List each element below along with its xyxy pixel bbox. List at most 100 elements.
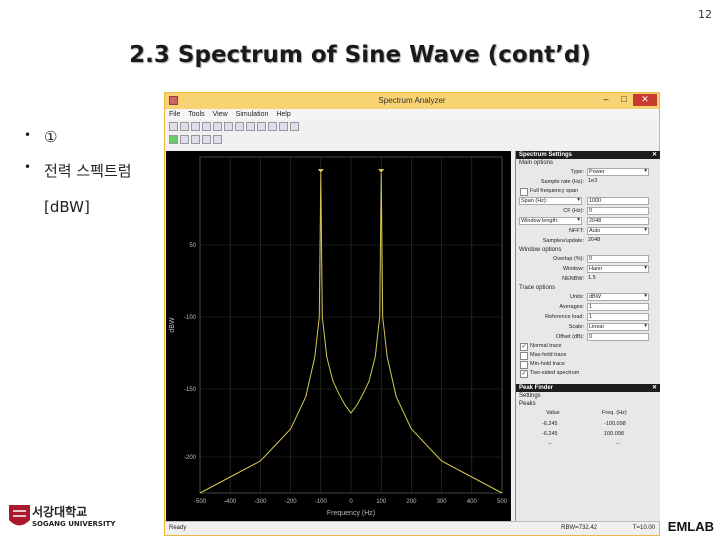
span-field[interactable]: 1000	[587, 197, 649, 205]
window-length-field[interactable]: 2048	[587, 217, 649, 225]
menu-view[interactable]: View	[213, 111, 228, 118]
peak-value: -6.245	[542, 421, 558, 427]
maximize-icon[interactable]: □	[617, 94, 631, 106]
peak-freq: -100.098	[604, 421, 626, 427]
nfft-select[interactable]: Auto	[587, 227, 649, 235]
zoom-x-icon[interactable]	[213, 122, 222, 131]
peak-close-icon[interactable]: ✕	[652, 384, 657, 392]
print-icon[interactable]	[180, 122, 189, 131]
normal-trace-checkbox[interactable]: Normal trace	[516, 342, 660, 351]
freq-column-header[interactable]: Freq. (Hz)	[602, 410, 627, 416]
max-hold-checkbox[interactable]: Max-hold trace	[516, 351, 660, 360]
settings-icon[interactable]	[169, 122, 178, 131]
samples-row: Samples/update: 2048	[516, 236, 660, 246]
autoscale-icon[interactable]	[246, 122, 255, 131]
peak-freq: --	[616, 441, 620, 447]
x-tick-label: -100	[315, 499, 328, 505]
channel-icon[interactable]	[279, 122, 288, 131]
offset-field[interactable]: 0	[587, 333, 649, 341]
span-mode-select[interactable]: Span (Hz):	[519, 197, 582, 205]
pan-icon[interactable]	[235, 122, 244, 131]
minimize-icon[interactable]: –	[599, 94, 613, 106]
nenbw-value: 1.5	[588, 275, 596, 281]
two-sided-checkbox[interactable]: Two-sided spectrum	[516, 369, 660, 378]
ref-load-field[interactable]: 1	[587, 313, 649, 321]
panel-close-icon[interactable]: ✕	[652, 151, 657, 159]
x-tick-label: -400	[224, 499, 237, 505]
stop-icon[interactable]	[191, 135, 200, 144]
spectrum-plot[interactable]: -500 -400 -300 -200 -100 0 100 200 300 400 500 50 -1…	[166, 151, 511, 521]
x-tick-label: 100	[376, 499, 387, 505]
page-number: 12	[698, 8, 712, 21]
x-tick-label: 500	[497, 499, 508, 505]
cf-field[interactable]: 0	[587, 207, 649, 215]
window-options-section[interactable]: Window options	[516, 246, 660, 254]
span-row: Span (Hz): 1000	[516, 196, 660, 206]
min-hold-checkbox[interactable]: Min-hold trace	[516, 360, 660, 369]
logo-en: SOGANG UNIVERSITY	[32, 520, 116, 528]
window-length-row: Window length: 2048	[516, 216, 660, 226]
sample-rate-field[interactable]: 1e3	[587, 178, 649, 186]
bullet-item: ①	[22, 128, 132, 160]
toolbar-1	[165, 120, 659, 133]
menu-simulation[interactable]: Simulation	[236, 111, 269, 118]
title-bar[interactable]: Spectrum Analyzer – □ ✕	[165, 93, 659, 109]
averages-field[interactable]: 1	[587, 303, 649, 311]
step-icon[interactable]	[180, 135, 189, 144]
peak-icon[interactable]	[268, 122, 277, 131]
overlap-field[interactable]: 0	[587, 255, 649, 263]
units-select[interactable]: dBW	[587, 293, 649, 301]
main-options-section[interactable]: Main options	[516, 159, 660, 167]
x-tick-label: 300	[437, 499, 448, 505]
units-row: Units: dBW	[516, 292, 660, 302]
university-logo: 서강대학교 SOGANG UNIVERSITY	[6, 502, 116, 532]
menu-file[interactable]: File	[169, 111, 180, 118]
status-text: Ready	[169, 525, 187, 531]
full-span-checkbox[interactable]: Full frequency span	[516, 187, 660, 196]
highlight-icon[interactable]	[202, 135, 211, 144]
window-row: Window: Hann	[516, 264, 660, 274]
window-select[interactable]: Hann	[587, 265, 649, 273]
nenbw-row: NENBW: 1.5	[516, 274, 660, 284]
samples-value: 2048	[588, 237, 601, 243]
zoom-y-icon[interactable]	[224, 122, 233, 131]
overlap-row: Overlap (%): 0	[516, 254, 660, 264]
bullet-item: 전력 스펙트럼	[22, 160, 132, 192]
y-tick-label: -150	[184, 387, 197, 393]
menu-help[interactable]: Help	[276, 111, 290, 118]
status-bar: Ready RBW=732.42 T=10.00	[165, 521, 659, 535]
sample-rate-row: Sample rate (Hz): 1e3	[516, 177, 660, 187]
window-length-select[interactable]: Window length:	[519, 217, 582, 225]
link-icon[interactable]	[213, 135, 222, 144]
window-title: Spectrum Analyzer	[378, 96, 446, 105]
averages-row: Averages: 1	[516, 302, 660, 312]
close-icon[interactable]: ✕	[633, 94, 657, 106]
unit-note: [dBW]	[44, 198, 90, 216]
logo-kr: 서강대학교	[32, 505, 88, 519]
zoom-in-icon[interactable]	[191, 122, 200, 131]
y-axis-label: dBW	[169, 317, 176, 333]
peaks-table: Value Freq. (Hz) -6.245 -100.098 -6.245 …	[516, 408, 660, 468]
type-select[interactable]: Power	[587, 168, 649, 176]
peak-value: -6.245	[542, 431, 558, 437]
peaks-section[interactable]: Peaks	[516, 400, 660, 408]
run-icon[interactable]	[169, 135, 178, 144]
ref-load-row: Reference load: 1	[516, 312, 660, 322]
x-axis-label: Frequency (Hz)	[327, 510, 375, 517]
peak-value: --	[548, 441, 552, 447]
stats-icon[interactable]	[290, 122, 299, 131]
menu-tools[interactable]: Tools	[188, 111, 204, 118]
value-column-header[interactable]: Value	[546, 410, 560, 416]
peak-marker	[317, 169, 324, 173]
zoom-out-icon[interactable]	[202, 122, 211, 131]
cf-row: CF (Hz): 0	[516, 206, 660, 216]
peak-settings-section[interactable]: Settings	[516, 392, 660, 400]
y-tick-label: -100	[184, 315, 197, 321]
toolbar-2	[165, 133, 659, 146]
scale-select[interactable]: Linear	[587, 323, 649, 331]
x-tick-label: -500	[194, 499, 207, 505]
y-tick-label: -200	[184, 455, 197, 461]
trace-options-section[interactable]: Trace options	[516, 284, 660, 292]
cursor-icon[interactable]	[257, 122, 266, 131]
scale-row: Scale: Linear	[516, 322, 660, 332]
